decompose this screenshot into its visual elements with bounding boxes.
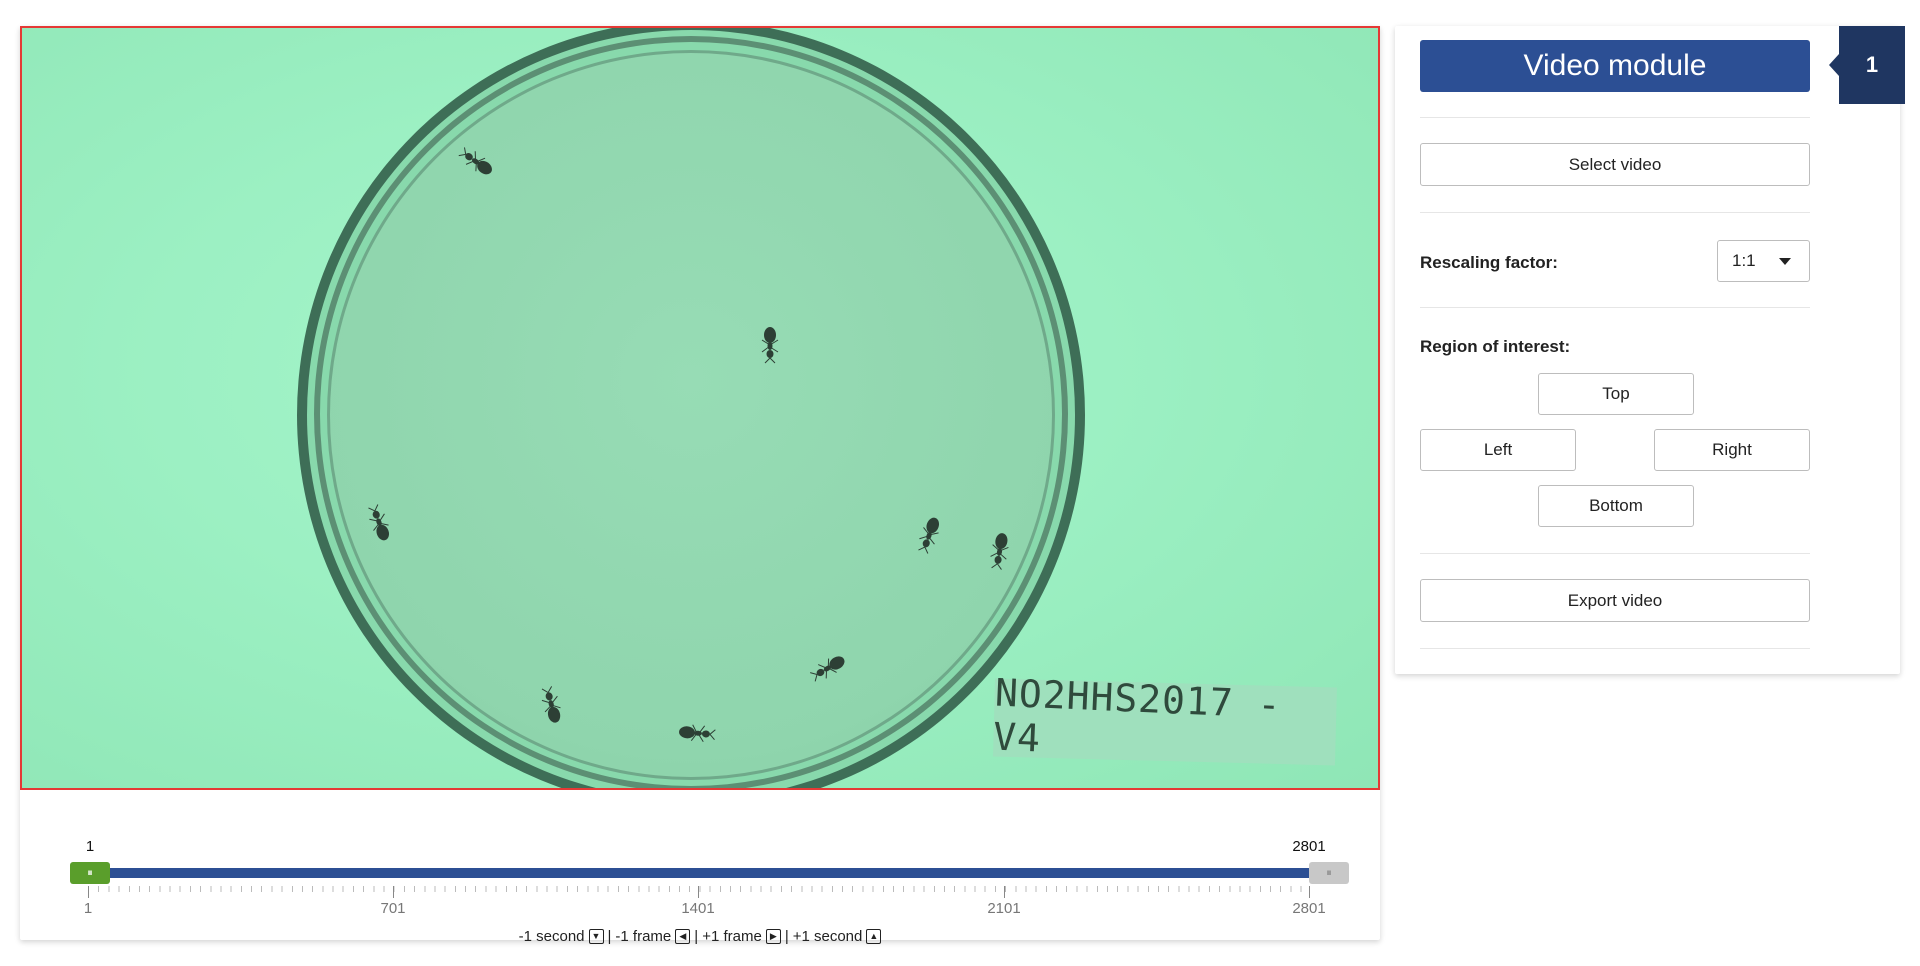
plus-second-label: +1 second <box>792 928 863 945</box>
dish-label-note: NO2HHS2017 - V4 <box>992 671 1337 766</box>
divider <box>1420 553 1810 554</box>
rescaling-factor-value: 1:1 <box>1732 251 1756 270</box>
slider-start-handle[interactable]: ⏸ <box>70 862 110 884</box>
range-start-value: 1 <box>85 838 95 855</box>
divider <box>1420 307 1810 308</box>
video-module-panel: Video module 1 Select video Rescaling fa… <box>1395 26 1905 674</box>
petri-dish-inner <box>327 50 1055 780</box>
frame-navigation: -1 second ▼ | -1 frame ◀ | +1 frame ▶ | … <box>20 928 1380 945</box>
major-tick <box>698 886 699 898</box>
minus-frame-label: -1 frame <box>615 928 672 945</box>
tick-label: 1 <box>83 900 93 917</box>
module-title: Video module <box>1420 40 1810 92</box>
frame-range-slider: 1 2801 ⏸ ⏸ 1 701 1401 2101 2801 -1 secon… <box>20 816 1380 945</box>
divider <box>1420 648 1810 649</box>
roi-right-button[interactable]: Right <box>1654 429 1810 471</box>
tick-label: 2801 <box>1292 900 1326 917</box>
plus-frame-label: +1 frame <box>702 928 762 945</box>
minus-second-label: -1 second <box>518 928 585 945</box>
range-end-value: 2801 <box>1292 838 1326 855</box>
slider-track[interactable] <box>108 868 1330 878</box>
divider <box>1420 117 1810 118</box>
plus-frame-button[interactable]: ▶ <box>765 929 781 944</box>
slider-end-handle[interactable]: ⏸ <box>1309 862 1349 884</box>
region-of-interest-label: Region of interest: <box>1420 337 1571 356</box>
select-video-button[interactable]: Select video <box>1420 143 1810 186</box>
rescaling-factor-label: Rescaling factor: <box>1420 253 1558 272</box>
separator: | <box>694 928 699 945</box>
tick-label: 701 <box>380 900 406 917</box>
video-frame[interactable]: NO2HHS2017 - V4 <box>20 26 1380 790</box>
tick-label: 1401 <box>681 900 715 917</box>
separator: | <box>784 928 789 945</box>
minor-ticks <box>88 886 1311 892</box>
rescaling-factor-select[interactable]: 1:1 <box>1717 240 1810 282</box>
ant <box>677 724 716 743</box>
export-video-button[interactable]: Export video <box>1420 579 1810 622</box>
tick-label: 2101 <box>987 900 1021 917</box>
video-card: NO2HHS2017 - V4 1 2801 ⏸ ⏸ 1 701 1401 21… <box>20 26 1380 945</box>
roi-left-button[interactable]: Left <box>1420 429 1576 471</box>
roi-bottom-button[interactable]: Bottom <box>1538 485 1694 527</box>
dish-label-text: NO2HHS2017 - V4 <box>992 670 1283 761</box>
major-tick <box>1309 886 1310 898</box>
module-number-badge: 1 <box>1829 26 1905 104</box>
ant <box>761 326 779 364</box>
major-tick <box>1004 886 1005 898</box>
divider <box>1420 212 1810 213</box>
major-tick <box>88 886 89 898</box>
minus-frame-button[interactable]: ◀ <box>675 929 691 944</box>
major-tick <box>393 886 394 898</box>
roi-top-button[interactable]: Top <box>1538 373 1694 415</box>
minus-second-button[interactable]: ▼ <box>588 929 604 944</box>
plus-second-button[interactable]: ▲ <box>866 929 882 944</box>
separator: | <box>607 928 612 945</box>
caret-down-icon <box>1779 257 1791 265</box>
